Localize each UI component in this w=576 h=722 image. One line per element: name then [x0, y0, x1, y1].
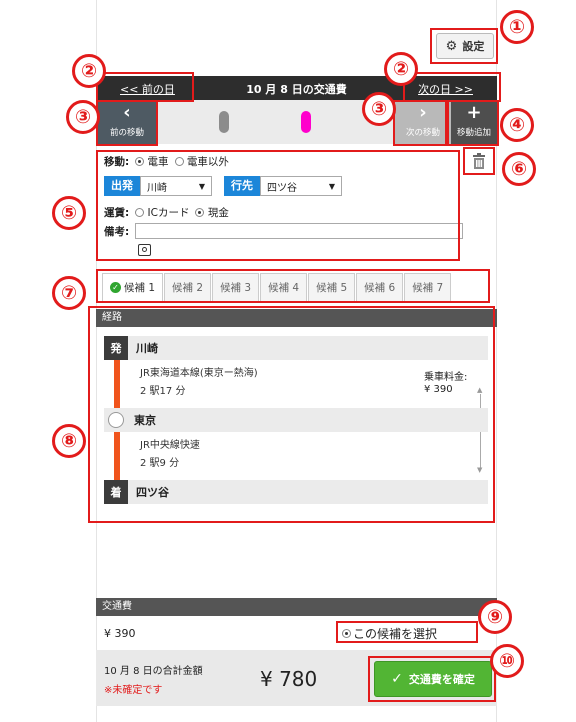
transport-train-label: 電車 — [147, 156, 169, 168]
transport-other-label: 電車以外 — [186, 156, 229, 168]
tab-candidate-4[interactable]: 候補 4 — [260, 273, 308, 301]
leg1-line-name: JR東海道本線(東京ー熱海) — [140, 368, 258, 379]
to-select[interactable]: 四ツ谷 ▼ — [260, 176, 342, 196]
select-candidate-label: この候補を選択 — [353, 627, 438, 641]
dropdown-arrow-icon: ▼ — [198, 181, 205, 191]
move-marker-current[interactable] — [301, 111, 311, 133]
move-marker[interactable] — [219, 111, 229, 133]
add-move-label: 移動追加 — [456, 128, 491, 138]
fare-label: 運賃: — [104, 207, 130, 219]
callout-6: ⑥ — [502, 152, 536, 186]
callout-4: ④ — [500, 108, 534, 142]
callout-10: ⑩ — [490, 644, 524, 678]
tab-label: 候補 1 — [124, 282, 156, 294]
ride-fare-value: ¥ 390 — [424, 384, 453, 395]
tab-candidate-6[interactable]: 候補 6 — [356, 273, 404, 301]
note-label: 備考: — [104, 225, 130, 238]
route-line-2 — [114, 432, 120, 482]
prev-move-button[interactable]: ‹ 前の移動 — [98, 100, 156, 144]
station-row-start: 発 川崎 — [104, 336, 488, 360]
callout-3-right: ③ — [362, 92, 396, 126]
tab-label: 候補 5 — [316, 282, 348, 294]
callout-5: ⑤ — [52, 196, 86, 230]
fare-info: 乗車料金: ¥ 390 — [424, 372, 467, 396]
leg2-line-name: JR中央線快速 — [140, 440, 200, 451]
tab-candidate-1[interactable]: ✓ 候補 1 — [102, 273, 164, 301]
confirm-label: 交通費を確定 — [408, 673, 475, 686]
leg2-detail: 2 駅9 分 — [140, 458, 180, 469]
chevron-right-icon: › — [419, 102, 427, 123]
tab-label: 候補 4 — [268, 282, 300, 294]
total-label: 10 月 8 日の合計金額 — [104, 666, 203, 677]
next-move-button[interactable]: › 次の移動 — [394, 100, 452, 144]
tab-label: 候補 6 — [364, 282, 396, 294]
route-line-1 — [114, 360, 120, 408]
route-section-header: 経路 — [96, 309, 497, 327]
camera-icon[interactable] — [138, 244, 151, 256]
fare-ic-label: ICカード — [147, 207, 190, 219]
tab-candidate-7[interactable]: 候補 7 — [404, 273, 452, 301]
leg1-detail: 2 駅17 分 — [140, 386, 186, 397]
leg-1: JR東海道本線(東京ー熱海) 2 駅17 分 — [140, 366, 258, 400]
plus-icon: + — [466, 102, 482, 123]
dropdown-arrow-icon: ▼ — [328, 181, 335, 191]
settings-button[interactable]: ⚙ 設定 — [436, 33, 494, 59]
callout-9: ⑨ — [478, 600, 512, 634]
station-row-end: 着 四ツ谷 — [104, 480, 488, 504]
prev-move-label: 前の移動 — [109, 128, 144, 138]
leg-2: JR中央線快速 2 駅9 分 — [140, 438, 200, 472]
transfer-circle-icon — [108, 412, 124, 428]
tab-label: 候補 3 — [220, 282, 252, 294]
from-tag: 出発 — [104, 176, 140, 196]
callout-3-left: ③ — [66, 100, 100, 134]
date-nav-bar: << 前の日 10 月 8 日の交通費 次の日 >> — [96, 76, 497, 100]
next-move-label: 次の移動 — [405, 128, 440, 138]
fare-cash-label: 現金 — [207, 207, 229, 219]
cost-amount: ¥ 390 — [104, 627, 136, 640]
from-value: 川崎 — [147, 182, 167, 194]
confirm-expense-button[interactable]: ✓ 交通費を確定 — [374, 661, 492, 697]
end-station: 四ツ谷 — [136, 486, 169, 499]
tab-candidate-2[interactable]: 候補 2 — [164, 273, 212, 301]
trash-icon[interactable] — [470, 152, 488, 170]
callout-2-right: ② — [384, 52, 418, 86]
unconfirmed-note: ※未確定です — [104, 685, 163, 696]
callout-2-left: ② — [72, 54, 106, 88]
from-select[interactable]: 川崎 ▼ — [140, 176, 212, 196]
total-amount: ¥ 780 — [260, 667, 318, 691]
next-day-link[interactable]: 次の日 >> — [418, 81, 473, 97]
transfer-station: 東京 — [134, 414, 156, 427]
cost-section-header: 交通費 — [96, 598, 497, 616]
gear-icon: ⚙ — [445, 38, 458, 54]
checkmark-icon: ✓ — [391, 671, 403, 687]
callout-1: ① — [500, 10, 534, 44]
settings-label: 設定 — [462, 40, 485, 53]
tab-candidate-3[interactable]: 候補 3 — [212, 273, 260, 301]
tab-label: 候補 2 — [172, 282, 204, 294]
check-circle-icon: ✓ — [110, 282, 121, 293]
select-candidate-radio[interactable]: この候補を選択 — [342, 625, 437, 642]
fare-cash-radio[interactable]: 現金 — [195, 205, 229, 220]
candidate-tabs: ✓ 候補 1 候補 2 候補 3 候補 4 候補 5 候補 6 候補 7 — [102, 273, 452, 301]
chevron-left-icon: ‹ — [123, 102, 131, 123]
tab-label: 候補 7 — [412, 282, 444, 294]
start-station: 川崎 — [136, 342, 158, 355]
departure-badge: 発 — [104, 336, 128, 360]
transport-other-radio[interactable]: 電車以外 — [174, 154, 229, 169]
note-input[interactable] — [135, 223, 464, 239]
arrival-badge: 着 — [104, 480, 128, 504]
transport-label: 移動: — [104, 156, 130, 168]
callout-8: ⑧ — [52, 424, 86, 458]
transport-train-radio[interactable]: 電車 — [135, 154, 169, 169]
to-tag: 行先 — [224, 176, 260, 196]
ride-fare-label: 乗車料金: — [424, 372, 468, 383]
station-row-transfer: 東京 — [104, 408, 488, 432]
radio-icon — [342, 629, 351, 638]
fare-ic-radio[interactable]: ICカード — [135, 205, 189, 220]
move-bar: ‹ 前の移動 › 次の移動 + 移動追加 — [96, 100, 497, 144]
to-value: 四ツ谷 — [267, 182, 297, 194]
callout-7: ⑦ — [52, 276, 86, 310]
tab-candidate-5[interactable]: 候補 5 — [308, 273, 356, 301]
add-move-button[interactable]: + 移動追加 — [451, 100, 497, 144]
